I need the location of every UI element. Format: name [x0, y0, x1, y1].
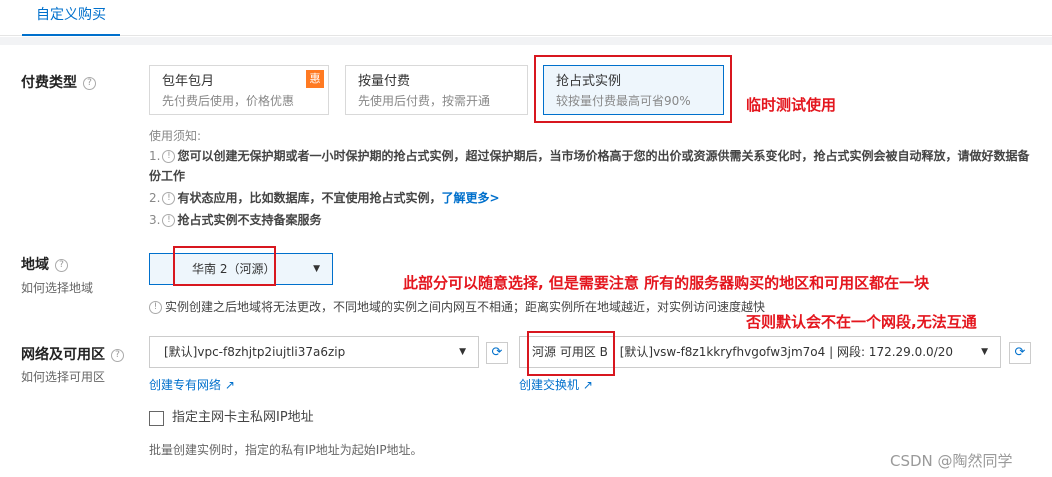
- billing-option-pay-as-you-go[interactable]: 按量付费 先使用后付费，按需开通: [345, 65, 528, 115]
- highlight-box-region: [173, 246, 276, 286]
- create-vpc-link[interactable]: 创建专有网络 ↗: [149, 376, 235, 393]
- annotation-temp-test: 临时测试使用: [746, 96, 837, 114]
- info-icon: !: [162, 192, 176, 205]
- chevron-down-icon: ▼: [313, 264, 320, 274]
- chevron-down-icon: ▼: [981, 347, 988, 357]
- annotation-network-note: 否则默认会不在一个网段,无法互通: [746, 313, 977, 331]
- refresh-vpc-icon[interactable]: ⟳: [486, 342, 508, 364]
- notice-item-3: 3.! 抢占式实例不支持备案服务: [149, 213, 322, 227]
- option-title: 包年包月: [162, 74, 215, 89]
- info-icon: !: [149, 301, 162, 314]
- highlight-box-zone: [527, 331, 615, 376]
- notice-title: 使用须知:: [149, 129, 202, 143]
- discount-badge: 惠: [306, 70, 324, 88]
- create-vswitch-link[interactable]: 创建交换机 ↗: [519, 376, 593, 393]
- help-icon[interactable]: ?: [111, 348, 124, 362]
- tab-custom-purchase[interactable]: 自定义购买: [22, 0, 120, 36]
- info-icon: !: [162, 150, 176, 163]
- learn-more-link[interactable]: 了解更多>: [441, 191, 499, 205]
- vpc-value: [默认]vpc-f8zhjtp2iujtli37a6zip: [164, 345, 346, 359]
- notice-item-1: 1.! 您可以创建无保护期或者一小时保护期的抢占式实例，超过保护期后，当市场价格高…: [149, 149, 1030, 163]
- how-to-choose-region[interactable]: 如何选择地域: [21, 279, 93, 296]
- how-to-choose-zone[interactable]: 如何选择可用区: [21, 368, 105, 385]
- option-title: 按量付费: [358, 74, 411, 89]
- option-desc: 先付费后使用，价格优惠: [162, 94, 295, 108]
- ip-hint: 批量创建实例时，指定的私有IP地址为起始IP地址。: [149, 443, 423, 457]
- annotation-region-note: 此部分可以随意选择, 但是需要注意 所有的服务器购买的地区和可用区都在一块: [403, 274, 930, 292]
- specify-ip-checkbox[interactable]: [149, 411, 164, 426]
- billing-label: 付费类型?: [21, 72, 96, 92]
- tab-bar: 自定义购买: [0, 0, 1052, 36]
- network-label: 网络及可用区?: [21, 344, 124, 364]
- help-icon[interactable]: ?: [55, 258, 68, 272]
- region-label: 地域?: [21, 254, 68, 274]
- option-desc: 先使用后付费，按需开通: [358, 94, 491, 108]
- notice-item-1-cont: 份工作: [149, 169, 186, 183]
- notice-item-2: 2.! 有状态应用，比如数据库，不宜使用抢占式实例，了解更多>: [149, 191, 500, 205]
- chevron-down-icon: ▼: [459, 347, 466, 357]
- vswitch-value: [默认]vsw-f8z1kkryfhvgofw3jm7o4 | 网段: 172.…: [619, 345, 954, 359]
- info-icon: !: [162, 214, 176, 227]
- watermark: CSDN @陶然同学: [890, 452, 1013, 470]
- highlight-box-spot: [534, 55, 732, 123]
- section-gap: [0, 37, 1052, 45]
- help-icon[interactable]: ?: [83, 76, 96, 90]
- checkbox-label: 指定主网卡主私网IP地址: [172, 410, 314, 425]
- external-link-icon: ↗: [224, 378, 235, 392]
- usage-notice: 使用须知: 1.! 您可以创建无保护期或者一小时保护期的抢占式实例，超过保护期后，…: [149, 126, 1049, 230]
- vpc-select[interactable]: [默认]vpc-f8zhjtp2iujtli37a6zip ▼: [149, 336, 479, 368]
- refresh-vswitch-icon[interactable]: ⟳: [1009, 342, 1031, 364]
- external-link-icon: ↗: [582, 378, 593, 392]
- billing-option-subscription[interactable]: 包年包月 先付费后使用，价格优惠 惠: [149, 65, 329, 115]
